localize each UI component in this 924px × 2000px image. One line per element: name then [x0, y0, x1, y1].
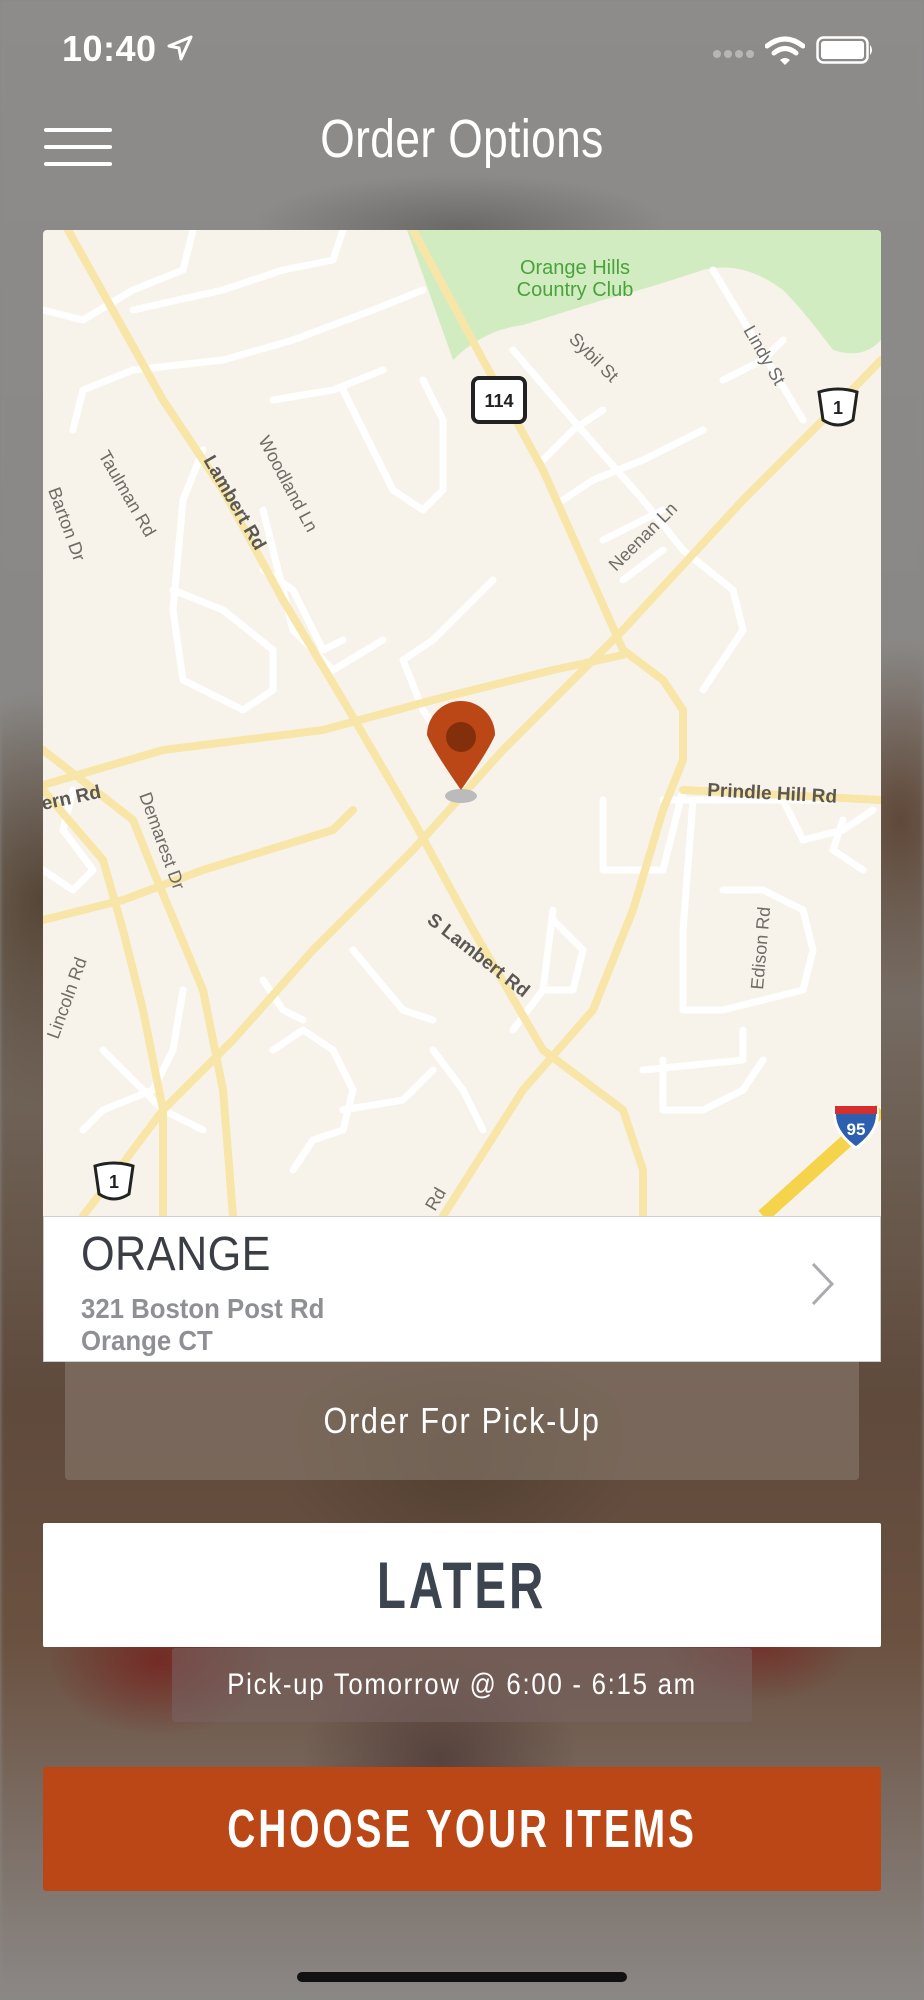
map-label-lincoln: Lincoln Rd	[43, 955, 91, 1042]
pickup-time-selector[interactable]: Pick-up Tomorrow @ 6:00 - 6:15 am	[172, 1648, 752, 1722]
svg-text:1: 1	[833, 398, 843, 418]
store-address-line1: 321 Boston Post Rd	[81, 1293, 325, 1324]
location-arrow-icon	[167, 35, 193, 61]
wifi-icon	[765, 36, 805, 65]
later-label: LATER	[377, 1548, 547, 1622]
map-label-lindy: Lindy St	[740, 322, 790, 388]
store-address-line2: Orange CT	[81, 1325, 213, 1356]
cellular-signal-icon	[713, 50, 754, 58]
store-map[interactable]: Orange Hills Country Club Sybil St Lindy…	[43, 230, 881, 1216]
chevron-right-icon	[811, 1262, 835, 1306]
status-time: 10:40	[62, 28, 157, 69]
map-label-barton: Barton Dr	[44, 485, 89, 564]
battery-icon	[816, 36, 872, 64]
map-label-lambert: Lambert Rd	[199, 452, 270, 554]
map-label-prindle: Prindle Hill Rd	[707, 780, 838, 808]
route-1-shield-bottom: 1	[93, 1161, 135, 1201]
map-label-taulman: Taulman Rd	[95, 447, 160, 540]
svg-text:95: 95	[847, 1120, 866, 1139]
map-label-sybil: Sybil St	[565, 329, 622, 386]
pickup-label: Order For Pick-Up	[323, 1400, 601, 1441]
order-for-pickup-button[interactable]: Order For Pick-Up	[65, 1362, 859, 1480]
map-label-edison: Edison Rd	[747, 906, 774, 990]
route-114-shield: 114	[471, 376, 527, 424]
page-title: Order Options	[320, 109, 604, 169]
store-name: ORANGE	[81, 1228, 271, 1281]
svg-text:1: 1	[109, 1172, 119, 1192]
map-canvas: Orange Hills Country Club Sybil St Lindy…	[43, 230, 881, 1216]
later-button[interactable]: LATER	[43, 1523, 881, 1647]
home-indicator[interactable]	[297, 1972, 627, 1982]
map-label-golf-2: Country Club	[517, 279, 634, 301]
pickup-time-label: Pick-up Tomorrow @ 6:00 - 6:15 am	[227, 1668, 697, 1701]
store-info-row[interactable]: ORANGE 321 Boston Post Rd Orange CT	[43, 1216, 881, 1362]
map-label-s-lambert: S Lambert Rd	[423, 909, 533, 1002]
choose-your-items-button[interactable]: CHOOSE YOUR ITEMS	[43, 1767, 881, 1891]
store-location-pin[interactable]	[427, 701, 495, 803]
map-label-ern: ern Rd	[43, 782, 103, 815]
cta-label: CHOOSE YOUR ITEMS	[227, 1799, 697, 1859]
svg-text:114: 114	[484, 391, 513, 411]
route-1-shield-top: 1	[817, 387, 859, 427]
status-bar: 10:40	[0, 0, 924, 100]
map-label-golf: Orange Hills	[520, 257, 630, 279]
store-card: Orange Hills Country Club Sybil St Lindy…	[43, 230, 881, 1362]
